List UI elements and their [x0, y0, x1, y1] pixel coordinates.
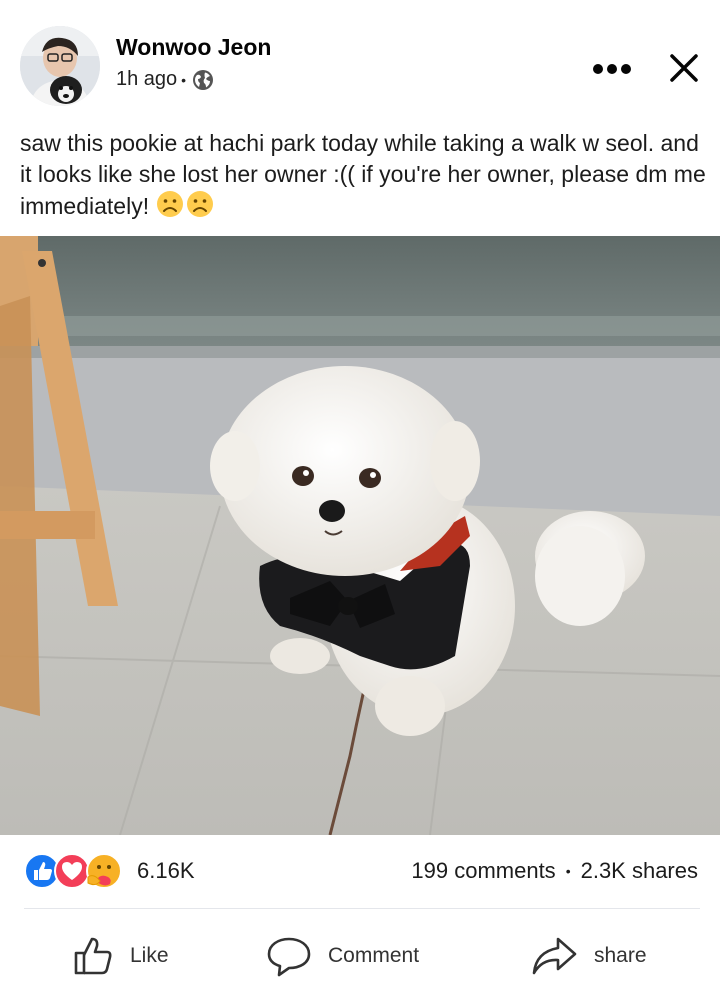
post-time[interactable]: 1h ago [116, 68, 177, 91]
post-stats: 6.16K 199 comments • 2.3K shares [0, 840, 720, 904]
reaction-icons[interactable] [24, 851, 128, 891]
actions-divider [24, 908, 700, 909]
more-options-button[interactable] [590, 56, 634, 82]
author-avatar[interactable] [20, 26, 100, 106]
love-reaction-icon [54, 853, 90, 889]
author-name[interactable]: Wonwoo Jeon [116, 34, 271, 61]
share-label: share [594, 944, 647, 967]
like-label: Like [130, 944, 169, 967]
post-caption: saw this pookie at hachi park today whil… [20, 128, 710, 226]
care-reaction-icon [86, 853, 122, 889]
meta-separator: • [181, 71, 187, 88]
comment-label: Comment [328, 944, 420, 967]
post-photo[interactable] [0, 236, 720, 835]
comments-count[interactable]: 199 comments [411, 858, 555, 884]
like-button[interactable]: Like [72, 928, 169, 984]
reaction-count[interactable]: 6.16K [137, 858, 195, 884]
comment-button[interactable]: Comment [266, 928, 419, 984]
post-header: Wonwoo Jeon 1h ago • [0, 0, 720, 120]
frowning-face-icon [156, 190, 214, 226]
close-icon [670, 54, 698, 82]
close-button[interactable] [664, 48, 704, 88]
share-button[interactable]: share [530, 928, 647, 984]
stats-separator: • [565, 863, 571, 879]
comment-bubble-icon [267, 937, 311, 977]
like-reaction-icon [24, 853, 60, 889]
thumbs-up-icon [74, 937, 112, 975]
post-actions: Like Comment share [0, 920, 720, 992]
share-arrow-icon [532, 937, 577, 975]
engagement-summary: 199 comments • 2.3K shares [411, 858, 698, 884]
post-meta: 1h ago • [116, 68, 214, 91]
globe-icon[interactable] [192, 69, 214, 91]
caption-text: saw this pookie at hachi park today whil… [20, 130, 706, 219]
shares-count[interactable]: 2.3K shares [581, 858, 698, 884]
